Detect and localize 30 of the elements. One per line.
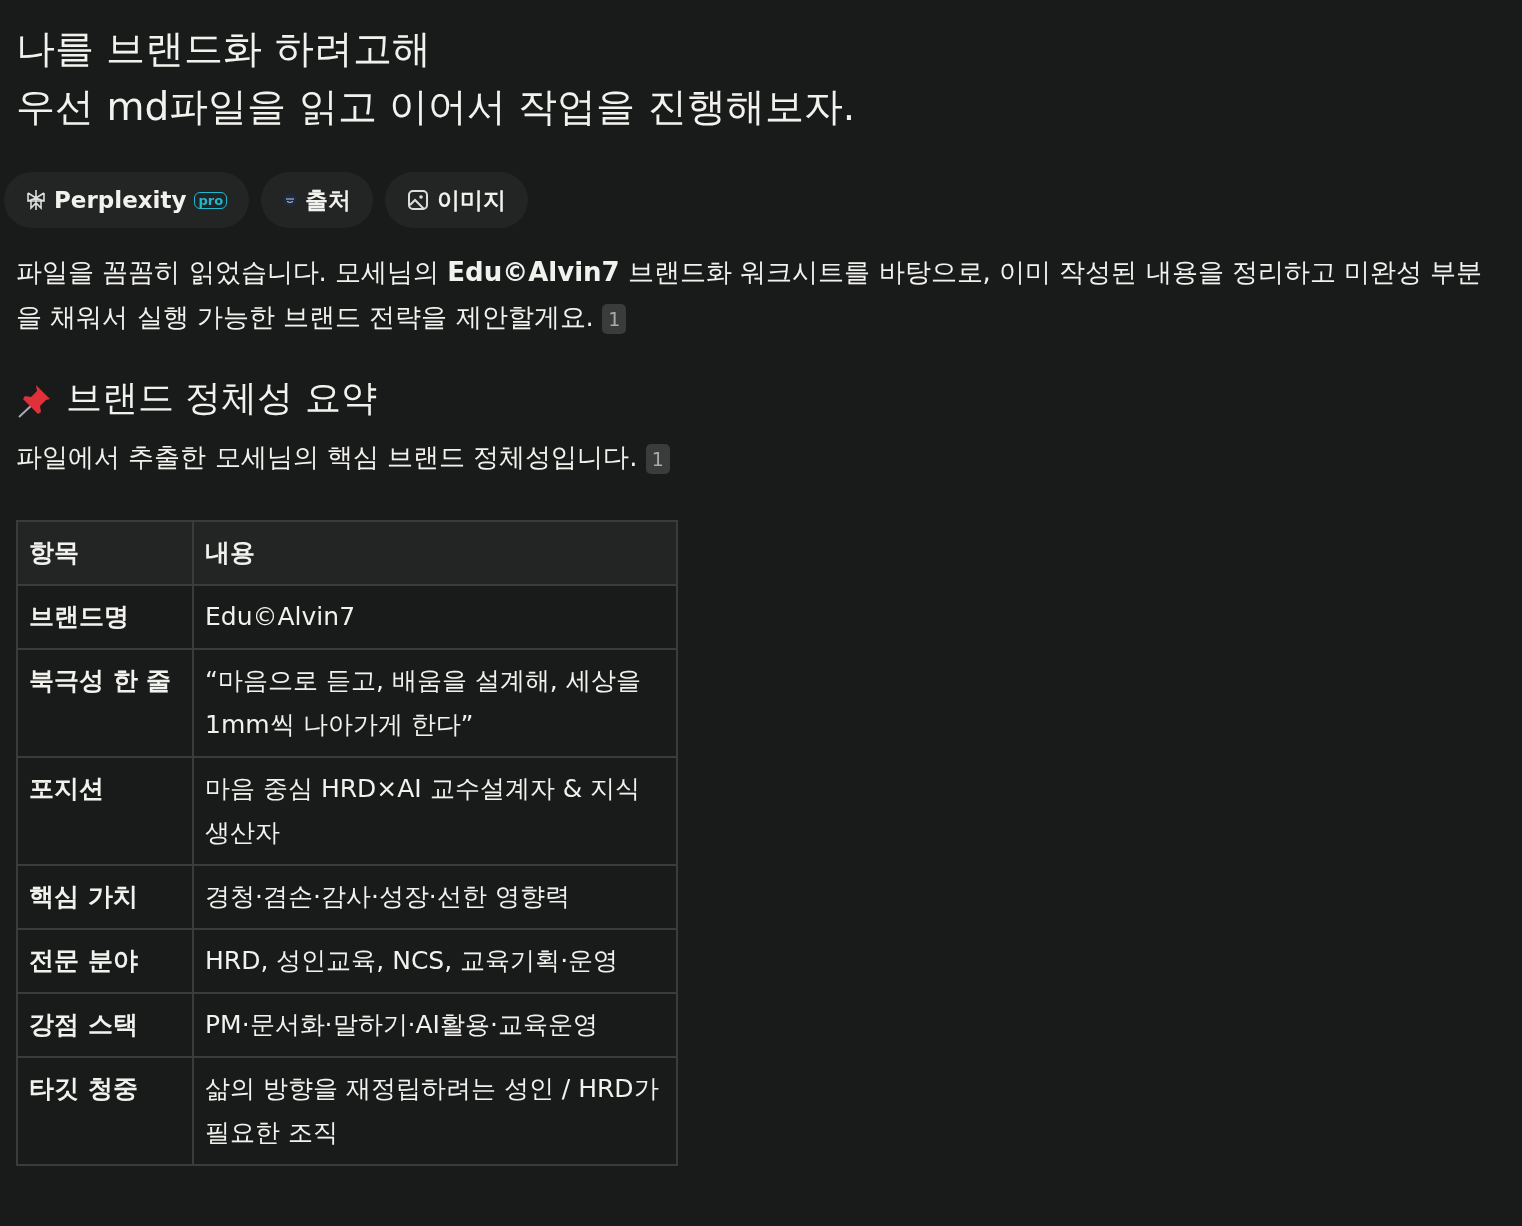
question-text: 우선 md파일을 읽고 이어서 작업을 진행해보자.: [16, 83, 857, 131]
question-text: 나를 브랜드화 하려고해: [16, 25, 432, 73]
table-cell: 마음 중심 HRD×AI 교수설계자 & 지식 생산자: [193, 757, 677, 865]
section-paragraph: 파일에서 추출한 모세님의 핵심 브랜드 정체성입니다. 1: [16, 435, 1506, 480]
citation-badge[interactable]: 1: [645, 443, 670, 474]
image-icon: [407, 189, 430, 211]
table-cell: 강점 스택: [17, 993, 193, 1057]
table-cell: 삶의 방향을 재정립하려는 성인 / HRD가 필요한 조직: [193, 1057, 677, 1165]
table-cell: 브랜드명: [17, 585, 193, 649]
table-cell: “마음으로 듣고, 배움을 설계해, 세상을 1mm씩 나아가게 한다”: [193, 649, 677, 757]
images-tab[interactable]: 이미지: [385, 172, 529, 228]
source-favicon-icon: [283, 193, 298, 207]
citation-badge[interactable]: 1: [602, 303, 627, 334]
table-cell: 포지션: [17, 757, 193, 865]
answer-paragraph: 파일을 꼼꼼히 읽었습니다. 모세님의 Edu©Alvin7 브랜드화 워크시트를 바탕으로, 이미 작성된 내용을 정리하고 미완성 부분을 채워서 실행 가능한 브랜드 전략을 제안할게요. 1: [16, 256, 1484, 336]
table-cell: HRD, 성인교육, NCS, 교육기획·운영: [193, 929, 677, 993]
perplexity-logo-icon: [26, 189, 46, 211]
table-cell: 타깃 청중: [17, 1057, 193, 1165]
sources-tab[interactable]: 출처: [261, 172, 374, 228]
column-header: 내용: [193, 521, 677, 585]
table-cell: 북극성 한 줄: [17, 649, 193, 757]
pro-badge: pro: [194, 191, 228, 209]
section-heading: 브랜드 정체성 요약: [66, 376, 377, 420]
table-cell: Edu©Alvin7: [193, 585, 677, 649]
table-cell: PM·문서화·말하기·AI활용·교육운영: [193, 993, 677, 1057]
table-cell: 전문 분야: [17, 929, 193, 993]
answer-tab[interactable]: Perplexity pro: [4, 172, 250, 228]
column-header: 항목: [17, 521, 193, 585]
table-cell: 핵심 가치: [17, 865, 193, 929]
table-cell: 경청·겸손·감사·성장·선한 영향력: [193, 865, 677, 929]
